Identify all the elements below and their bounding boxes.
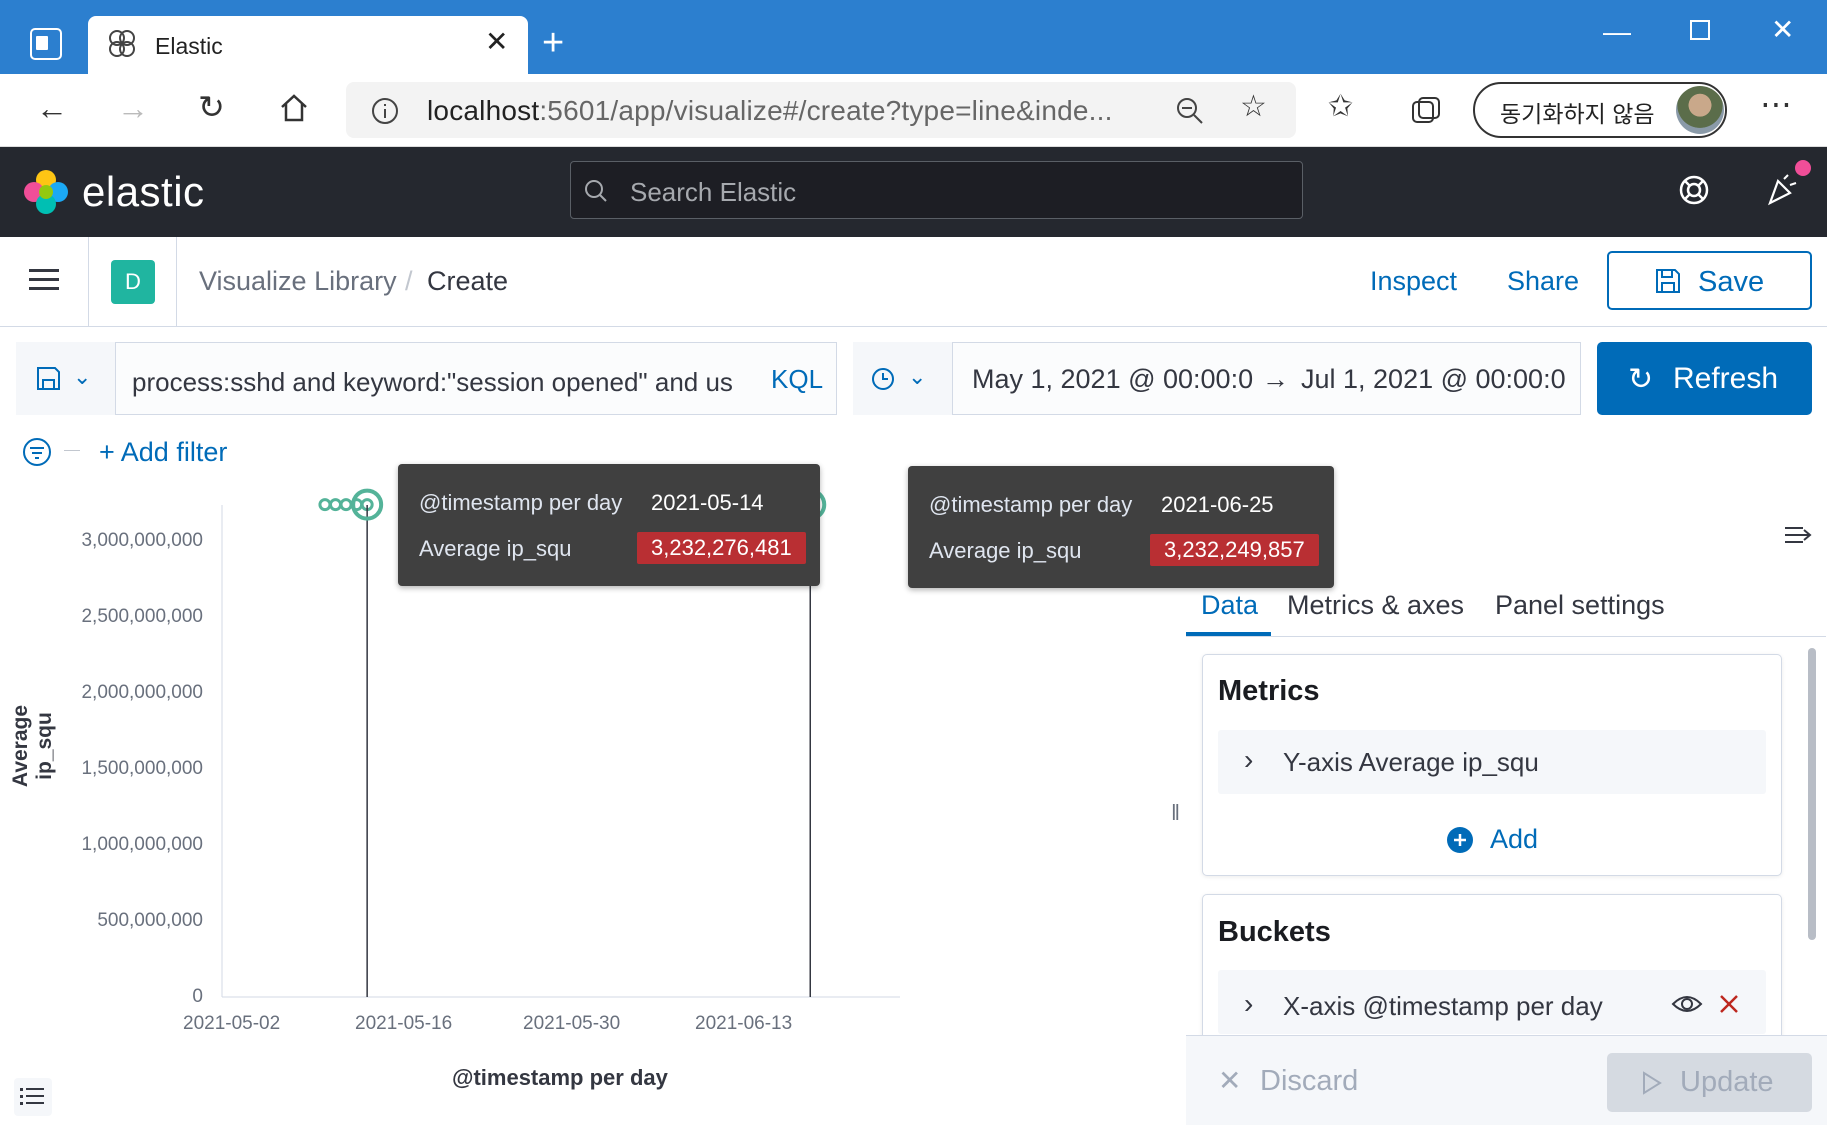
tooltip-value: 2021-06-25 xyxy=(1161,492,1274,517)
zoom-out-icon[interactable] xyxy=(1175,96,1205,126)
favorites-icon[interactable]: ✩ xyxy=(1328,92,1353,122)
chart-tooltip xyxy=(398,464,820,586)
refresh-icon: ↻ xyxy=(1628,363,1654,396)
end-date[interactable]: Jul 1, 2021 @ 00:00:0 xyxy=(1301,364,1566,395)
tooltip-metric-value: 3,232,276,481 xyxy=(637,532,806,564)
save-icon xyxy=(1656,269,1680,293)
remove-icon[interactable] xyxy=(1718,993,1740,1015)
discard-icon: ✕ xyxy=(1218,1065,1242,1096)
inspect-link[interactable]: Inspect xyxy=(1370,266,1457,297)
play-icon xyxy=(1643,1071,1662,1095)
update-button-label: Update xyxy=(1680,1066,1774,1098)
avatar[interactable] xyxy=(1676,86,1724,134)
start-date[interactable]: May 1, 2021 @ 00:00:0 xyxy=(972,364,1253,395)
panel-resize-handle[interactable]: ‖ xyxy=(1171,800,1180,826)
help-icon[interactable] xyxy=(1677,173,1711,207)
scrollbar[interactable] xyxy=(1808,648,1816,940)
refresh-button-label: Refresh xyxy=(1673,362,1779,395)
x-axis-title: @timestamp per day xyxy=(452,1065,668,1090)
bucket-row-label: X-axis @timestamp per day xyxy=(1283,991,1603,1021)
data-point[interactable] xyxy=(339,498,353,512)
add-metric-button[interactable]: Add xyxy=(1490,824,1538,855)
chevron-right-icon[interactable]: › xyxy=(1244,744,1253,776)
active-tab-indicator xyxy=(1186,632,1271,636)
add-favorite-icon[interactable]: ☆ xyxy=(1240,92,1267,122)
metrics-title: Metrics xyxy=(1218,675,1320,707)
more-menu-icon[interactable]: ⋯ xyxy=(1760,88,1792,120)
eye-icon[interactable] xyxy=(1671,992,1703,1016)
tab-divider xyxy=(1186,636,1826,637)
chevron-right-icon[interactable]: › xyxy=(1244,988,1253,1020)
notification-dot xyxy=(1795,160,1811,176)
data-point[interactable] xyxy=(318,498,332,512)
buckets-title: Buckets xyxy=(1218,916,1331,948)
metric-row-label: Y-axis Average ip_squ xyxy=(1283,747,1539,777)
date-arrow-icon: → xyxy=(1262,364,1289,394)
tooltip-key: @timestamp per day xyxy=(419,490,623,515)
tooltip-key: Average ip_squ xyxy=(929,538,1082,563)
share-link[interactable]: Share xyxy=(1507,266,1579,297)
save-button-label: Save xyxy=(1698,266,1765,298)
tooltip-key: Average ip_squ xyxy=(419,536,572,561)
minimize-icon[interactable]: — xyxy=(1603,18,1631,46)
profile-sync-label: 동기화하지 않음 xyxy=(1500,101,1655,127)
collapse-sidebar-icon[interactable] xyxy=(1783,522,1813,548)
newsfeed-icon[interactable] xyxy=(1764,171,1800,207)
window-close-icon[interactable]: ✕ xyxy=(1771,16,1794,44)
tab-metrics-axes[interactable]: Metrics & axes xyxy=(1287,590,1464,621)
list-icon xyxy=(20,1088,44,1105)
tab-data[interactable]: Data xyxy=(1201,590,1258,621)
maximize-icon[interactable] xyxy=(1690,20,1710,40)
data-point[interactable] xyxy=(329,498,342,512)
chart-tooltip xyxy=(908,466,1334,588)
tooltip-key: @timestamp per day xyxy=(929,492,1133,517)
tooltip-value: 2021-05-14 xyxy=(651,490,764,515)
discard-button[interactable]: Discard xyxy=(1260,1065,1358,1098)
collections-icon[interactable] xyxy=(1409,94,1443,128)
tooltip-metric-value: 3,232,249,857 xyxy=(1150,534,1319,566)
add-circle-icon[interactable] xyxy=(1446,826,1474,854)
tab-panel-settings[interactable]: Panel settings xyxy=(1495,590,1665,621)
